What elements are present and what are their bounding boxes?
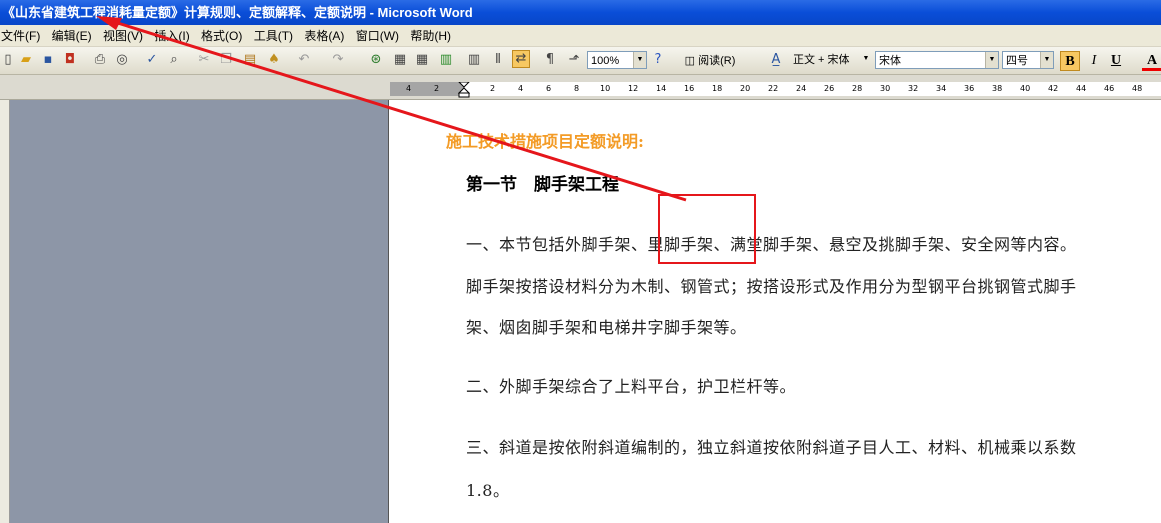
annotation-arrow <box>96 16 687 202</box>
